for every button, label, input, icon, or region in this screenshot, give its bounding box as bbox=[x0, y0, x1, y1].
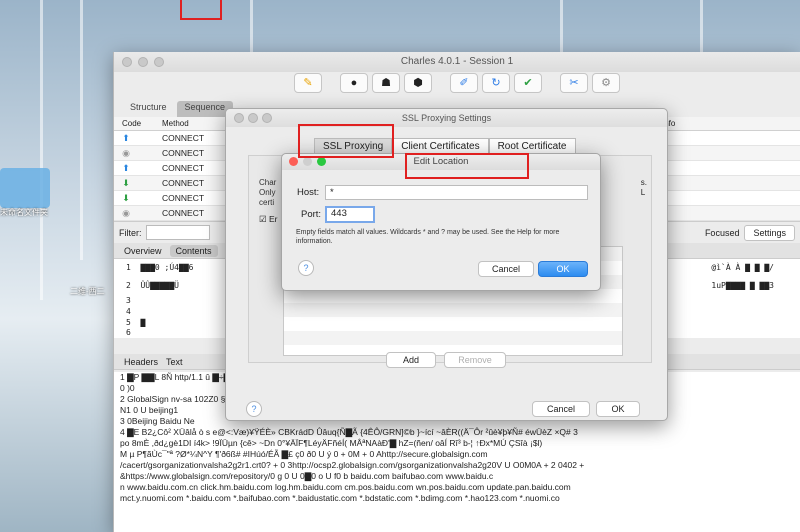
text-line: &https://www.globalsign.com/repository/0… bbox=[120, 471, 494, 481]
remove-button[interactable]: Remove bbox=[444, 352, 506, 368]
row-method: CONNECT bbox=[162, 133, 205, 143]
pen-icon[interactable]: ✎ bbox=[294, 73, 322, 93]
text-line: M µ P¶ãÙc¯"ª ?Ø*¼N^Y ¶'ð6ß# #IHúó/ÉÃ ▇£ … bbox=[120, 449, 488, 459]
row-method: CONNECT bbox=[162, 148, 205, 158]
filter-label: Filter: bbox=[119, 227, 142, 238]
close-button[interactable] bbox=[122, 57, 132, 67]
minimize-button[interactable] bbox=[303, 157, 312, 166]
main-titlebar: Charles 4.0.1 - Session 1 bbox=[114, 52, 800, 72]
column-code[interactable]: Code bbox=[114, 117, 154, 130]
down-arrow-icon: ⬇ bbox=[122, 177, 130, 188]
ok-button[interactable]: OK bbox=[538, 261, 588, 277]
record-icon[interactable]: ● bbox=[340, 73, 368, 93]
edit-icon[interactable]: ✐ bbox=[450, 73, 478, 93]
tools-icon[interactable]: ✂ bbox=[560, 73, 588, 93]
up-arrow-icon: ⬆ bbox=[122, 162, 130, 173]
close-button[interactable] bbox=[234, 113, 244, 123]
ssl-description-right: s. L bbox=[640, 178, 647, 197]
settings-icon[interactable]: ⚙ bbox=[592, 73, 620, 93]
filter-input[interactable] bbox=[145, 225, 210, 240]
ssl-window-title: SSL Proxying Settings bbox=[401, 113, 492, 123]
add-button[interactable]: Add bbox=[386, 352, 436, 368]
tree-trunk bbox=[700, 0, 703, 55]
tree-trunk bbox=[250, 0, 253, 60]
zoom-button[interactable] bbox=[262, 113, 272, 123]
row-method: CONNECT bbox=[162, 178, 205, 188]
zoom-button[interactable] bbox=[154, 57, 164, 67]
port-field[interactable]: 443 bbox=[325, 206, 375, 223]
settings-button[interactable]: Settings bbox=[744, 224, 795, 241]
desktop-item-label: 二维-西二 bbox=[70, 287, 105, 296]
tab-overview[interactable]: Overview bbox=[124, 246, 162, 256]
host-label: Host: bbox=[297, 187, 320, 198]
minimize-button[interactable] bbox=[248, 113, 258, 123]
host-field[interactable]: * bbox=[325, 185, 588, 200]
ok-button[interactable]: OK bbox=[596, 401, 640, 417]
down-arrow-icon: ⬇ bbox=[122, 192, 130, 203]
tab-text[interactable]: Text bbox=[166, 357, 183, 367]
turtle-icon[interactable]: ☗ bbox=[372, 73, 400, 93]
text-line: n www.baidu.com.cn click.hm.baidu.com lo… bbox=[120, 482, 571, 492]
check-icon[interactable]: ✔ bbox=[514, 73, 542, 93]
row-method: CONNECT bbox=[162, 193, 205, 203]
close-button[interactable] bbox=[289, 157, 298, 166]
row-method: CONNECT bbox=[162, 163, 205, 173]
text-line: /cacert/gsorganizationvalsha2g2r1.crt0? … bbox=[120, 460, 585, 470]
desktop-folder-icon[interactable] bbox=[0, 168, 50, 208]
desktop-folder-label: 未命名文件夹 bbox=[0, 208, 48, 217]
enable-label: Er bbox=[269, 214, 278, 224]
lock-icon: ◉ bbox=[122, 147, 130, 158]
text-line: 4 ▇E B2¿Cô² XÜâlå ò s e@<:Væ)¥ŸÉÈ» CBKrá… bbox=[120, 427, 578, 437]
tree-trunk bbox=[80, 0, 83, 260]
cancel-button[interactable]: Cancel bbox=[478, 261, 534, 277]
text-line: mct.y.nuomi.com *.baidu.com *.baifubao.c… bbox=[120, 493, 560, 503]
enable-ssl-checkbox[interactable]: ☑ Er bbox=[259, 214, 278, 225]
tab-structure[interactable]: Structure bbox=[122, 101, 175, 117]
tree-trunk bbox=[560, 0, 563, 55]
minimize-button[interactable] bbox=[138, 57, 148, 67]
annotation-box bbox=[405, 153, 529, 179]
up-arrow-icon: ⬆ bbox=[122, 132, 130, 143]
zoom-button[interactable] bbox=[317, 157, 326, 166]
tab-headers[interactable]: Headers bbox=[124, 357, 158, 367]
port-label: Port: bbox=[301, 209, 322, 220]
annotation-box bbox=[298, 124, 394, 158]
tree-trunk bbox=[40, 0, 43, 300]
focused-label[interactable]: Focused bbox=[705, 228, 740, 238]
help-icon[interactable]: ? bbox=[298, 260, 314, 276]
annotation-box bbox=[180, 0, 222, 20]
text-line: po 8mÈ ,ðd¿gè1DI í4k> !9ÏÜµn {cê> ~Dn 0°… bbox=[120, 438, 543, 448]
window-title: Charles 4.0.1 - Session 1 bbox=[400, 56, 514, 67]
help-icon[interactable]: ? bbox=[246, 401, 262, 417]
hint-text: Empty fields match all values. Wildcards… bbox=[296, 229, 560, 245]
cancel-button[interactable]: Cancel bbox=[532, 401, 590, 417]
tab-contents[interactable]: Contents bbox=[169, 244, 218, 257]
stop-icon[interactable]: ⬢ bbox=[404, 73, 432, 93]
toolbar: ✎ ● ☗ ⬢ ✐ ↻ ✔ ✂ ⚙ bbox=[114, 72, 800, 97]
refresh-icon[interactable]: ↻ bbox=[482, 73, 510, 93]
checkbox-icon: ☑ bbox=[259, 214, 267, 224]
row-method: CONNECT bbox=[162, 208, 205, 218]
lock-icon: ◉ bbox=[122, 207, 130, 218]
ssl-window-titlebar: SSL Proxying Settings bbox=[226, 109, 667, 127]
